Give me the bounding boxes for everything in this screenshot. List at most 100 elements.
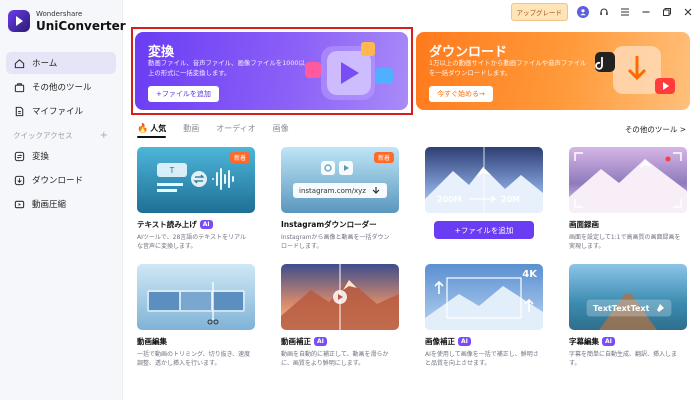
tab-audio[interactable]: オーディオ — [216, 123, 255, 134]
size-to-label: 20M — [501, 195, 521, 204]
video-enhancer-thumbnail — [281, 264, 399, 330]
download-banner-title: ダウンロード — [429, 45, 508, 60]
card-title-text: 画面録画 — [569, 220, 599, 229]
download-icon — [13, 174, 25, 186]
compress-thumbnail: 200M 20M — [425, 147, 543, 213]
instagram-url-text: instagram.com/xyz — [299, 187, 366, 195]
instagram-thumbnail: instagram.com/xyz 新着 — [281, 147, 399, 213]
product-name: UniConverter — [36, 18, 126, 33]
card-title: 字幕編集 AI — [569, 336, 687, 347]
new-badge: 新着 — [373, 152, 394, 163]
category-tabs: 🔥 人気 動画 オーディオ 画像 — [137, 123, 289, 134]
menu-list-icon[interactable] — [619, 6, 631, 18]
subtitle-sample-text: TextTextText — [593, 304, 650, 313]
minimize-icon[interactable] — [640, 6, 652, 18]
size-from-label: 200M — [437, 195, 462, 204]
user-avatar-icon[interactable] — [577, 6, 589, 18]
tool-card-image-enhancer[interactable]: 4K 画像補正 AI AIを使用して画像を一括で補正し、鮮明さと品質を向上させます… — [425, 264, 543, 368]
add-quick-access-icon[interactable]: + — [100, 130, 108, 141]
tool-card-compress[interactable]: 200M 20M +ファイルを追加 — [425, 147, 543, 239]
brand-name: Wondershare — [36, 9, 83, 18]
mountain-play-icon — [281, 264, 399, 330]
card-title: 画面録画 — [569, 219, 687, 230]
sidebar-item-tools[interactable]: その他のツール — [6, 76, 116, 98]
card-description: 字幕を簡単に自動生成、翻訳、挿入します。 — [569, 351, 678, 367]
sidebar-item-convert[interactable]: 変換 — [6, 145, 116, 167]
toolbox-icon — [13, 81, 25, 93]
card-title-text: 画像補正 — [425, 337, 455, 346]
title-bar: アップグレード — [510, 3, 695, 21]
more-tools-link[interactable]: その他のツール > — [625, 124, 686, 135]
tab-video[interactable]: 動画 — [183, 123, 199, 134]
sidebar-item-my-files[interactable]: マイファイル — [6, 100, 116, 122]
pier-scene-icon — [586, 294, 672, 330]
card-description: AIツールで、28言語のテキストをリアルな音声に変換します。 — [137, 234, 247, 250]
ai-badge: AI — [458, 337, 471, 346]
app-logo: Wondershare UniConverter — [8, 10, 126, 32]
card-title-text: 字幕編集 — [569, 337, 599, 346]
headset-support-icon[interactable] — [598, 6, 610, 18]
card-title: Instagramダウンローダー — [281, 219, 399, 230]
tool-card-video-enhancer[interactable]: 動画補正 AI 動画を自動的に補正して、動画を滑らかに、画質をより鮮明にします。 — [281, 264, 399, 368]
sidebar-item-label: 変換 — [32, 152, 50, 162]
download-banner-description: 1万以上の動画サイトから動画ファイルや音声ファイルを一括ダウンロードします。 — [429, 59, 587, 77]
fire-icon: 🔥 — [137, 123, 149, 134]
card-description: 画面を設定して1:1で高画質の画面録画を実現します。 — [569, 234, 681, 250]
tool-card-subtitle-editor[interactable]: TextTextText 字幕編集 AI 字幕を簡単に自動生成、翻訳、挿入します。 — [569, 264, 687, 368]
record-frame-icon — [569, 152, 687, 213]
tab-image[interactable]: 画像 — [273, 123, 289, 134]
card-title: 動画編集 — [137, 336, 255, 347]
compress-add-file-button[interactable]: +ファイルを追加 — [434, 221, 534, 239]
card-description: 一括で動画のトリミング、切り抜き、速度調整、透かし挿入を行います。 — [137, 351, 251, 367]
home-icon — [13, 57, 25, 69]
svg-text:T: T — [170, 166, 175, 175]
card-title: 動画補正 AI — [281, 336, 399, 347]
timeline-scissors-icon — [147, 282, 245, 325]
sidebar: Wondershare UniConverter ホーム その他のツール マイフ… — [0, 0, 126, 400]
upgrade-button[interactable]: アップグレード — [510, 3, 568, 21]
tool-card-instagram-downloader[interactable]: instagram.com/xyz 新着 Instagramダウンローダー In… — [281, 147, 399, 251]
card-description: Instagramから画像と動画を一括ダウンロードします。 — [281, 234, 390, 250]
sidebar-item-label: ダウンロード — [32, 176, 84, 186]
4k-label: 4K — [522, 269, 537, 280]
compress-icon — [13, 198, 25, 210]
card-title-text: Instagramダウンローダー — [281, 220, 377, 229]
text-to-speech-thumbnail: T 新着 — [137, 147, 255, 213]
sidebar-item-home[interactable]: ホーム — [6, 52, 116, 74]
active-tab-indicator — [137, 136, 166, 138]
tool-card-video-editor[interactable]: 動画編集 一括で動画のトリミング、切り抜き、速度調整、透かし挿入を行います。 — [137, 264, 255, 368]
card-title: 画像補正 AI — [425, 336, 543, 347]
sidebar-item-label: 動画圧縮 — [32, 200, 67, 210]
sidebar-nav: ホーム その他のツール マイファイル クイックアクセス + 変換 ダウンロード … — [6, 52, 116, 217]
uniconverter-logo-icon — [8, 10, 30, 32]
card-description: AIを使用して画像を一括で補正し、鮮明さと品質を向上させます。 — [425, 351, 539, 367]
convert-icon — [13, 150, 25, 162]
image-enhancer-thumbnail: 4K — [425, 264, 543, 330]
ai-badge: AI — [314, 337, 327, 346]
screen-recorder-thumbnail — [569, 147, 687, 213]
ai-badge: AI — [602, 337, 615, 346]
sidebar-item-download[interactable]: ダウンロード — [6, 169, 116, 191]
tool-card-text-to-speech[interactable]: T 新着 テキスト読み上げ AI AIツールで、28言語のテキストをリアルな音声に… — [137, 147, 255, 251]
card-title: テキスト読み上げ AI — [137, 219, 255, 230]
card-title-text: テキスト読み上げ — [137, 220, 197, 229]
tab-popular[interactable]: 🔥 人気 — [137, 123, 166, 134]
sidebar-item-label: その他のツール — [32, 83, 92, 93]
sidebar-item-label: マイファイル — [32, 107, 84, 117]
tool-card-screen-recorder[interactable]: 画面録画 画面を設定して1:1で高画質の画面録画を実現します。 — [569, 147, 687, 251]
ai-badge: AI — [199, 220, 213, 229]
close-icon[interactable] — [682, 6, 694, 18]
subtitle-editor-thumbnail: TextTextText — [569, 264, 687, 330]
video-editor-thumbnail — [137, 264, 255, 330]
start-now-button[interactable]: 今すぐ始める→ — [429, 86, 493, 102]
sidebar-item-label: ホーム — [32, 59, 58, 69]
restore-window-icon[interactable] — [661, 6, 673, 18]
card-title-text: 動画編集 — [137, 337, 167, 346]
download-banner[interactable]: ダウンロード 1万以上の動画サイトから動画ファイルや音声ファイルを一括ダウンロー… — [416, 32, 690, 110]
highlight-annotation-box — [131, 27, 413, 115]
tab-label: 人気 — [150, 124, 167, 133]
card-description: 動画を自動的に補正して、動画を滑らかに、画質をより鮮明にします。 — [281, 351, 389, 367]
download-illustration-icon — [595, 46, 675, 94]
quick-access-label: クイックアクセス — [13, 131, 73, 140]
sidebar-item-compress[interactable]: 動画圧縮 — [6, 193, 116, 215]
